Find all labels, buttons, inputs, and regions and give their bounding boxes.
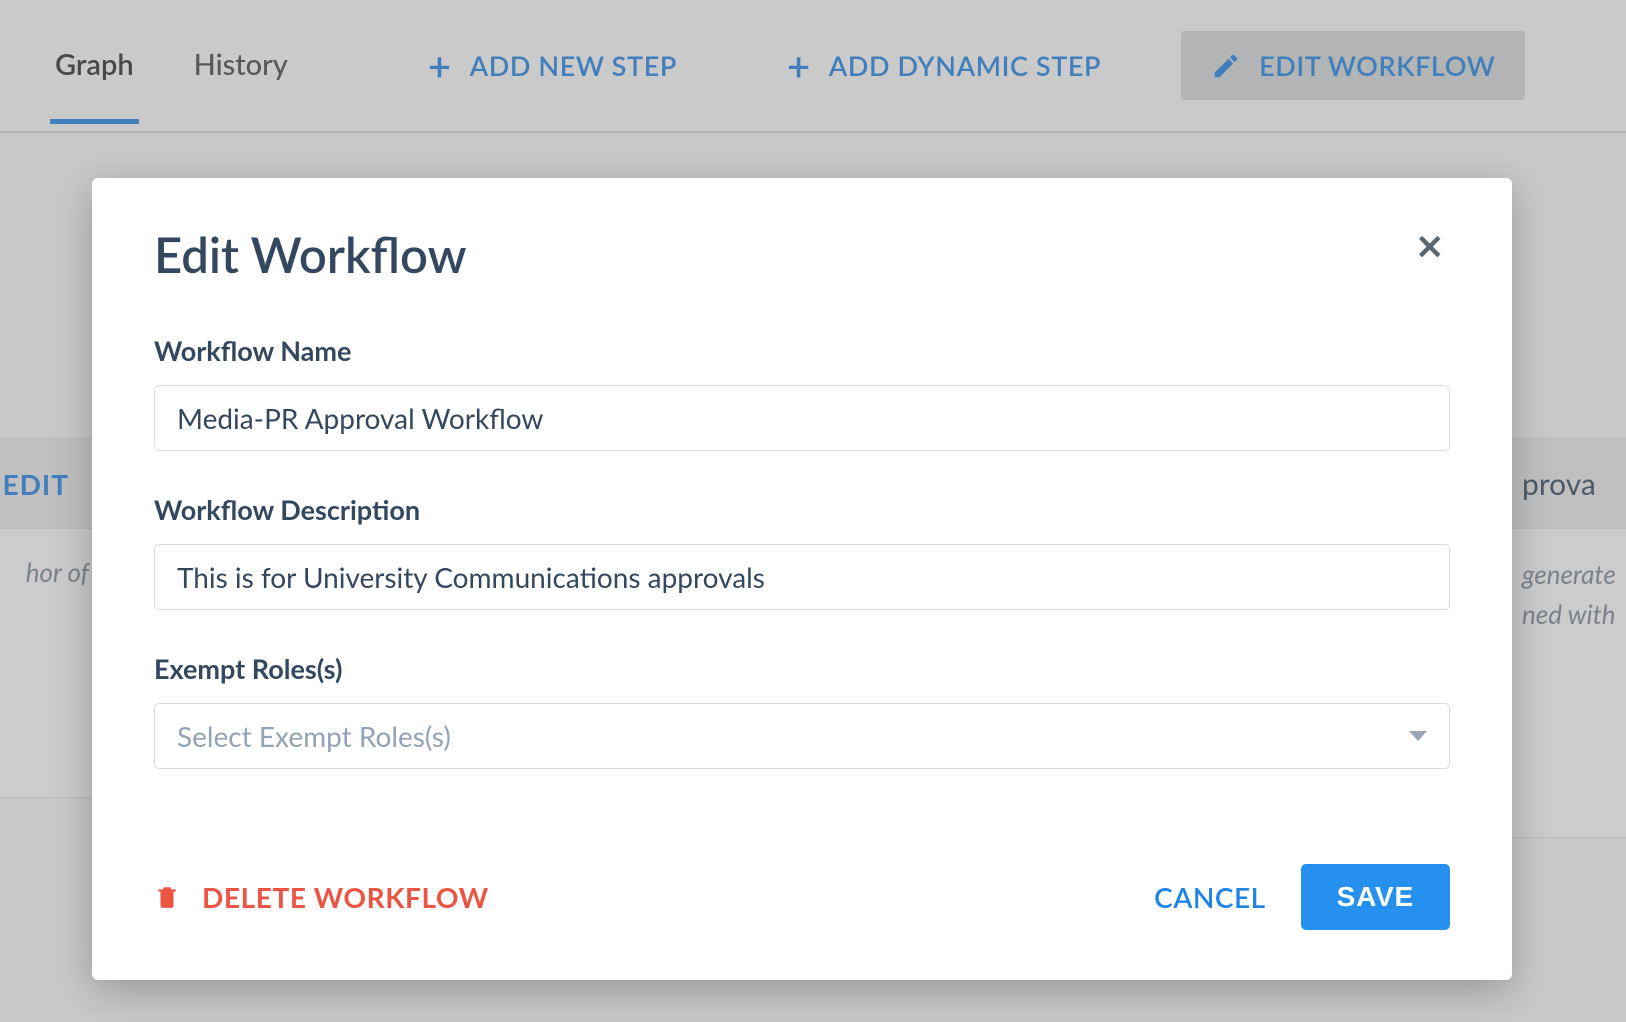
workflow-description-input[interactable] bbox=[154, 544, 1450, 610]
workflow-description-group: Workflow Description bbox=[154, 493, 1450, 610]
exempt-roles-group: Exempt Roles(s) Select Exempt Roles(s) bbox=[154, 652, 1450, 769]
modal-title: Edit Workflow bbox=[154, 226, 467, 284]
chevron-down-icon bbox=[1409, 731, 1427, 741]
workflow-name-input[interactable] bbox=[154, 385, 1450, 451]
workflow-name-group: Workflow Name bbox=[154, 334, 1450, 451]
cancel-button[interactable]: CANCEL bbox=[1154, 880, 1266, 914]
trash-icon bbox=[154, 881, 180, 913]
modal-header: Edit Workflow ✕ bbox=[154, 226, 1450, 284]
exempt-roles-select[interactable]: Select Exempt Roles(s) bbox=[154, 703, 1450, 769]
modal-footer: DELETE WORKFLOW CANCEL SAVE bbox=[154, 864, 1450, 930]
workflow-description-label: Workflow Description bbox=[154, 493, 1450, 526]
workflow-name-label: Workflow Name bbox=[154, 334, 1450, 367]
save-button[interactable]: SAVE bbox=[1301, 864, 1450, 930]
exempt-roles-label: Exempt Roles(s) bbox=[154, 652, 1450, 685]
delete-workflow-label: DELETE WORKFLOW bbox=[202, 880, 489, 914]
exempt-roles-placeholder: Select Exempt Roles(s) bbox=[177, 719, 451, 753]
edit-workflow-modal: Edit Workflow ✕ Workflow Name Workflow D… bbox=[92, 178, 1512, 980]
close-icon[interactable]: ✕ bbox=[1410, 226, 1451, 268]
delete-workflow-button[interactable]: DELETE WORKFLOW bbox=[154, 880, 489, 914]
